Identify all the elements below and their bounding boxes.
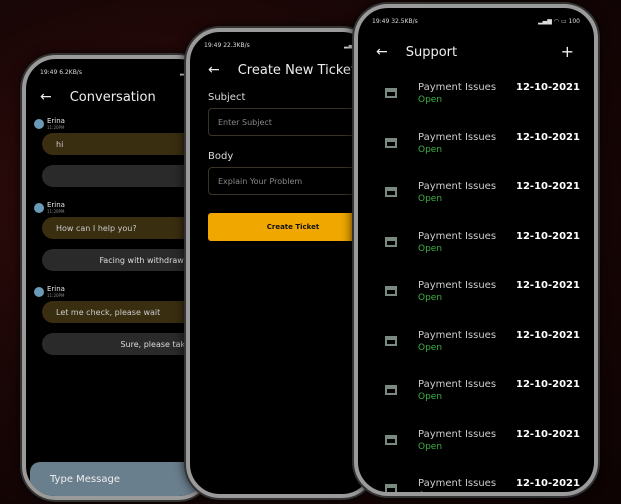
ticket-status: Open — [418, 243, 443, 254]
inbox-icon — [385, 385, 397, 395]
ticket-date: 12-10-2021 — [516, 428, 580, 440]
inbox-icon — [385, 88, 397, 98]
conversation-phone: 19:49 6.2KB/s▂▄▆ ← Conversation Erina11:… — [22, 55, 212, 500]
ticket-status: Open — [418, 194, 443, 204]
sender-name: Erina — [47, 201, 65, 209]
status-bar: 19:49 22.3KB/s ▂▄▆ — [204, 42, 358, 49]
subject-input[interactable]: Enter Subject — [208, 108, 372, 136]
status-bar: 19:49 32.5KB/s ▂▄▆ ◠ ▭ 100 — [372, 18, 580, 25]
add-ticket-icon[interactable]: + — [561, 42, 574, 61]
message-time: 11:20PM — [47, 293, 65, 298]
status-time: 19:49 — [40, 69, 58, 76]
ticket-title: Payment Issues — [418, 379, 497, 390]
create-ticket-phone: 19:49 22.3KB/s ▂▄▆ ← Create New Ticket Su… — [186, 28, 376, 498]
ticket-title: Payment Issues — [418, 131, 497, 143]
message-time: 11:20PM — [47, 209, 65, 214]
ticket-row[interactable]: Payment Issues Open 12-10-2021 — [358, 280, 594, 330]
ticket-title: Payment Issues — [418, 329, 497, 341]
ticket-row[interactable]: Payment Issues Open 12-10-2021 — [358, 132, 594, 182]
ticket-status: Open — [418, 95, 443, 105]
ticket-row[interactable]: Payment Issues Open 12-10-2021 — [358, 478, 594, 496]
ticket-title: Payment Issues — [418, 280, 497, 291]
ticket-date: 12-10-2021 — [516, 478, 580, 489]
ticket-row[interactable]: Payment Issues Open 12-10-2021 — [358, 429, 594, 479]
status-speed: 6.2KB/s — [59, 69, 82, 76]
ticket-date: 12-10-2021 — [516, 82, 580, 93]
ticket-date: 12-10-2021 — [516, 379, 580, 390]
message-sender: Erina 11:20PM — [34, 201, 65, 214]
inbox-icon — [385, 137, 397, 148]
page-title: Conversation — [69, 89, 156, 105]
subject-label: Subject — [208, 92, 246, 103]
header: ← Support — [376, 44, 457, 60]
wifi-icon: ▂▄▆ ◠ ▭ — [538, 18, 567, 25]
inbox-icon — [385, 187, 397, 197]
status-speed: 22.3KB/s — [223, 42, 250, 49]
ticket-row[interactable]: Payment Issues Open 12-10-2021 — [358, 82, 594, 132]
avatar — [34, 118, 44, 129]
ticket-title: Payment Issues — [418, 478, 497, 489]
message-time: 11:20PM — [47, 125, 65, 130]
ticket-row[interactable]: Payment Issues Open 12-10-2021 — [358, 231, 594, 281]
status-time: 19:49 — [372, 18, 390, 25]
back-arrow-icon[interactable]: ← — [376, 44, 388, 60]
ticket-date: 12-10-2021 — [516, 329, 580, 341]
status-bar: 19:49 6.2KB/s▂▄▆ — [40, 69, 194, 76]
avatar — [34, 202, 44, 213]
ticket-date: 12-10-2021 — [516, 230, 580, 242]
ticket-status: Open — [418, 441, 443, 452]
ticket-status: Open — [418, 342, 443, 353]
ticket-status: Open — [418, 293, 443, 303]
support-phone: 19:49 32.5KB/s ▂▄▆ ◠ ▭ 100 ← Support + Pa… — [354, 4, 598, 496]
battery-level: 100 — [568, 18, 580, 25]
avatar — [34, 286, 44, 297]
ticket-title: Payment Issues — [418, 428, 497, 440]
body-input[interactable]: Explain Your Problem — [208, 167, 372, 195]
ticket-row[interactable]: Payment Issues Open 12-10-2021 — [358, 181, 594, 231]
message-sender: Erina 11:20PM — [34, 117, 65, 130]
ticket-title: Payment Issues — [418, 82, 497, 93]
ticket-title: Payment Issues — [418, 230, 497, 242]
page-title: Create New Ticket — [237, 62, 357, 78]
sender-name: Erina — [47, 285, 65, 293]
ticket-title: Payment Issues — [418, 181, 497, 192]
inbox-icon — [385, 434, 397, 445]
ticket-row[interactable]: Payment Issues Open 12-10-2021 — [358, 379, 594, 429]
back-arrow-icon[interactable]: ← — [208, 62, 220, 78]
header: ← Create New Ticket — [208, 62, 356, 78]
ticket-date: 12-10-2021 — [516, 131, 580, 143]
inbox-icon — [385, 286, 397, 296]
inbox-icon — [385, 236, 397, 247]
sender-name: Erina — [47, 117, 65, 125]
message-sender: Erina 11:20PM — [34, 285, 65, 298]
page-title: Support — [405, 44, 458, 60]
create-ticket-button[interactable]: Create Ticket — [208, 213, 372, 241]
back-arrow-icon[interactable]: ← — [40, 89, 52, 105]
message-input[interactable]: Type Message — [30, 462, 208, 496]
status-time: 19:49 — [204, 42, 222, 49]
ticket-row[interactable]: Payment Issues Open 12-10-2021 — [358, 330, 594, 380]
status-speed: 32.5KB/s — [391, 18, 418, 25]
ticket-status: Open — [418, 144, 443, 155]
ticket-status: Open — [418, 392, 443, 402]
inbox-icon — [385, 335, 397, 346]
ticket-date: 12-10-2021 — [516, 280, 580, 291]
body-label: Body — [208, 151, 234, 162]
inbox-icon — [385, 484, 397, 492]
header: ← Conversation — [40, 89, 156, 105]
ticket-status: Open — [418, 491, 443, 496]
ticket-date: 12-10-2021 — [516, 181, 580, 192]
